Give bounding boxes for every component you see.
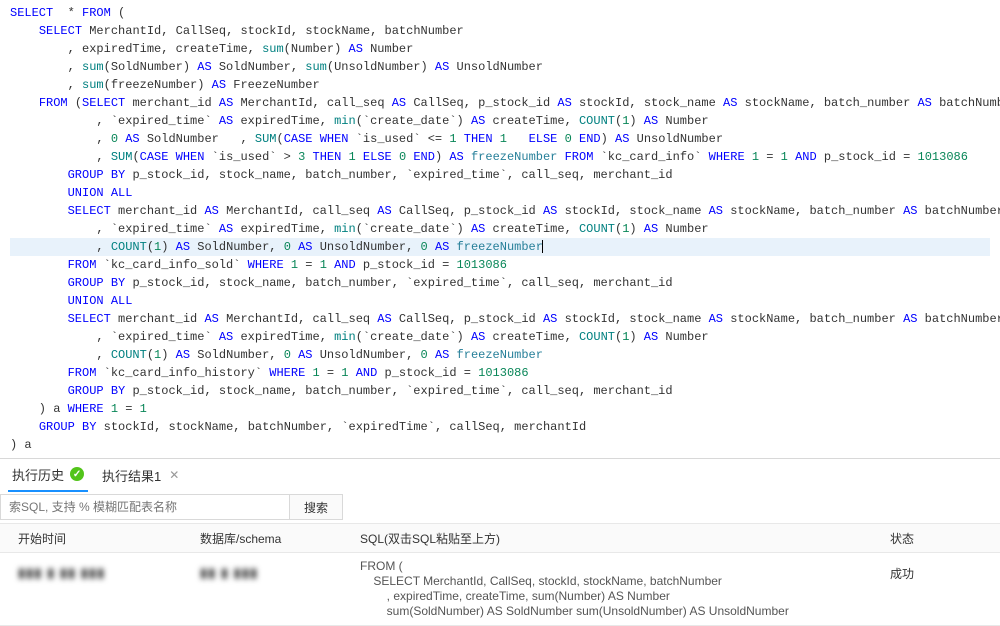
code-line: SELECT MerchantId, CallSeq, stockId, sto… [10, 22, 990, 40]
code-line: , sum(freezeNumber) AS FreezeNumber [10, 76, 990, 94]
code-line: , sum(SoldNumber) AS SoldNumber, sum(Uns… [10, 58, 990, 76]
code-line: FROM `kc_card_info_history` WHERE 1 = 1 … [10, 364, 990, 382]
code-line: GROUP BY stockId, stockName, batchNumber… [10, 418, 990, 436]
code-line: , `expired_time` AS expiredTime, min(`cr… [10, 328, 990, 346]
cell-schema: ▮▮ ▮ ▮▮▮ [200, 559, 360, 581]
code-line: SELECT merchant_id AS MerchantId, call_s… [10, 310, 990, 328]
tab-result-label: 执行结果1 [102, 466, 161, 485]
table-row[interactable]: ▮▮▮ ▮ ▮▮ ▮▮▮ ▮▮ ▮ ▮▮▮ FROM ( SELECT Merc… [0, 553, 1000, 626]
code-line: ) a [10, 436, 990, 454]
code-line: SELECT merchant_id AS MerchantId, call_s… [10, 202, 990, 220]
code-line: UNION ALL [10, 184, 990, 202]
col-header-sql: SQL(双击SQL粘贴至上方) [360, 530, 890, 547]
sql-editor[interactable]: SELECT * FROM ( SELECT MerchantId, CallS… [0, 0, 1000, 458]
tab-history-label: 执行历史 [12, 465, 64, 484]
code-line: GROUP BY p_stock_id, stock_name, batch_n… [10, 382, 990, 400]
cell-start-time: ▮▮▮ ▮ ▮▮ ▮▮▮ [0, 559, 200, 581]
tab-history[interactable]: 执行历史 ✓ [8, 459, 88, 492]
code-line: , SUM(CASE WHEN `is_used` > 3 THEN 1 ELS… [10, 148, 990, 166]
code-line: FROM `kc_card_info_sold` WHERE 1 = 1 AND… [10, 256, 990, 274]
code-line: SELECT * FROM ( [10, 4, 990, 22]
code-line: , `expired_time` AS expiredTime, min(`cr… [10, 220, 990, 238]
tab-result-1[interactable]: 执行结果1 ✕ [98, 460, 185, 491]
code-line: , `expired_time` AS expiredTime, min(`cr… [10, 112, 990, 130]
history-table: 开始时间 数据库/schema SQL(双击SQL粘贴至上方) 状态 ▮▮▮ ▮… [0, 523, 1000, 626]
code-line: GROUP BY p_stock_id, stock_name, batch_n… [10, 274, 990, 292]
check-icon: ✓ [70, 467, 84, 481]
code-line: UNION ALL [10, 292, 990, 310]
col-header-start: 开始时间 [0, 530, 200, 547]
search-input[interactable] [0, 494, 290, 520]
code-line: , 0 AS SoldNumber , SUM(CASE WHEN `is_us… [10, 130, 990, 148]
code-line: , COUNT(1) AS SoldNumber, 0 AS UnsoldNum… [10, 346, 990, 364]
col-header-schema: 数据库/schema [200, 530, 360, 547]
code-line: , COUNT(1) AS SoldNumber, 0 AS UnsoldNum… [10, 238, 990, 256]
panel-tabs: 执行历史 ✓ 执行结果1 ✕ [0, 459, 1000, 491]
cell-sql: FROM ( SELECT MerchantId, CallSeq, stock… [360, 559, 890, 619]
cell-status: 成功 [890, 559, 1000, 582]
search-button[interactable]: 搜索 [290, 494, 343, 520]
code-line: GROUP BY p_stock_id, stock_name, batch_n… [10, 166, 990, 184]
close-icon[interactable]: ✕ [167, 468, 181, 482]
execution-panel: 执行历史 ✓ 执行结果1 ✕ 搜索 开始时间 数据库/schema SQL(双击… [0, 458, 1000, 607]
code-line: , expiredTime, createTime, sum(Number) A… [10, 40, 990, 58]
code-line: ) a WHERE 1 = 1 [10, 400, 990, 418]
search-bar: 搜索 [0, 491, 1000, 523]
table-header: 开始时间 数据库/schema SQL(双击SQL粘贴至上方) 状态 [0, 523, 1000, 553]
code-line: FROM (SELECT merchant_id AS MerchantId, … [10, 94, 990, 112]
col-header-status: 状态 [890, 530, 1000, 547]
